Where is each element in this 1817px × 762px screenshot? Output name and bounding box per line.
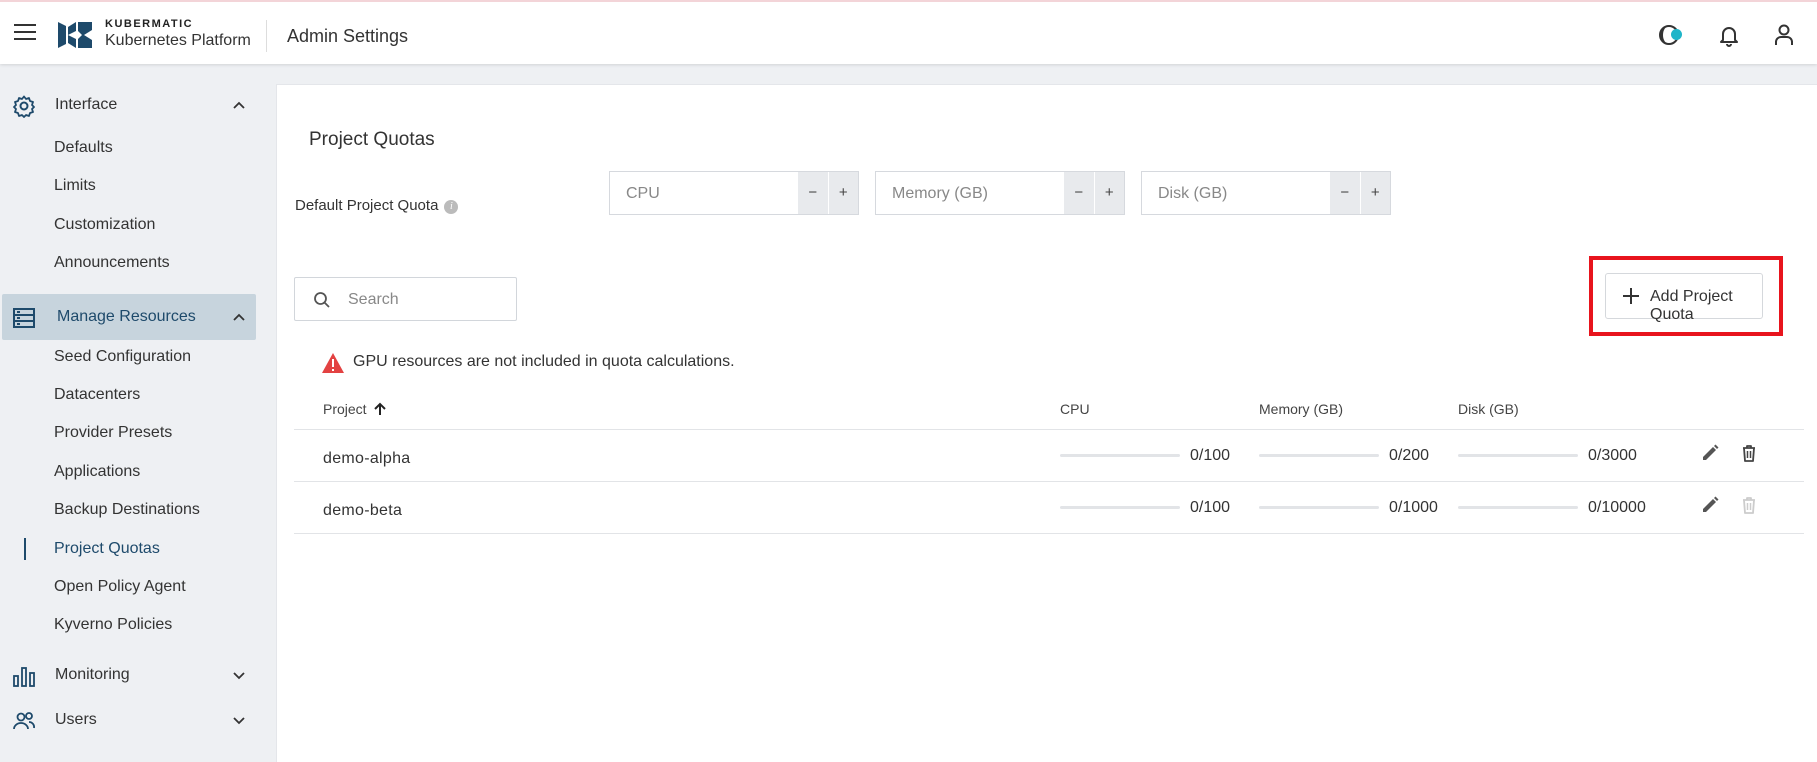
column-header-project[interactable]: Project: [323, 401, 387, 417]
bar-chart-icon: [13, 667, 35, 687]
column-header-memory[interactable]: Memory (GB): [1259, 401, 1343, 417]
top-bar: KUBERMATIC Kubernetes Platform Admin Set…: [0, 0, 1817, 64]
memory-usage-bar: [1259, 506, 1379, 509]
column-header-disk[interactable]: Disk (GB): [1458, 401, 1519, 417]
kubermatic-logo[interactable]: [56, 18, 94, 52]
page-title: Admin Settings: [287, 26, 409, 46]
sidebar-item-limits[interactable]: Limits: [54, 177, 96, 195]
card-title: Project Quotas: [309, 129, 435, 150]
disk-usage-bar: [1458, 506, 1578, 509]
disk-usage-value: 0/3000: [1588, 447, 1637, 464]
sidebar-section-label: Users: [55, 711, 97, 728]
column-header-cpu[interactable]: CPU: [1060, 401, 1090, 417]
project-quotas-card: Project Quotas Default Project Quota i CP…: [276, 84, 1817, 762]
disk-increment-button[interactable]: +: [1361, 172, 1391, 214]
header-divider-line: [294, 429, 1804, 430]
add-project-quota-button[interactable]: Add Project Quota: [1605, 273, 1763, 323]
cpu-quota-field[interactable]: CPU − +: [609, 171, 859, 215]
chevron-down-icon: [233, 672, 245, 680]
user-account-icon[interactable]: [1771, 22, 1797, 48]
chevron-up-icon: [233, 101, 245, 109]
disk-usage-bar: [1458, 454, 1578, 457]
sidebar-section-interface[interactable]: Interface: [0, 82, 256, 128]
cpu-placeholder: CPU: [626, 185, 660, 202]
sidebar-item-customization[interactable]: Customization: [54, 216, 155, 234]
sidebar-item-provider-presets[interactable]: Provider Presets: [54, 424, 172, 442]
sidebar-item-open-policy-agent[interactable]: Open Policy Agent: [54, 578, 186, 596]
sidebar-item-applications[interactable]: Applications: [54, 463, 140, 481]
theme-status-dot: [1671, 29, 1682, 40]
chevron-up-icon: [233, 313, 245, 321]
memory-usage-bar: [1259, 454, 1379, 457]
search-input[interactable]: Search: [294, 277, 517, 321]
sidebar-item-backup-destinations[interactable]: Backup Destinations: [54, 501, 200, 519]
brand-name: KUBERMATIC: [105, 18, 194, 30]
memory-quota-field[interactable]: Memory (GB) − +: [875, 171, 1125, 215]
sidebar-section-label: Manage Resources: [57, 308, 196, 325]
cpu-usage-bar: [1060, 454, 1180, 457]
edit-icon[interactable]: [1700, 495, 1720, 515]
sidebar: Interface Defaults Limits Customization …: [0, 64, 266, 762]
column-header-label: Project: [323, 401, 367, 417]
sort-ascending-icon: [374, 402, 387, 415]
cpu-usage-value: 0/100: [1190, 499, 1231, 516]
brand: KUBERMATIC Kubernetes Platform: [105, 18, 251, 50]
memory-usage-value: 0/1000: [1389, 499, 1438, 516]
gear-icon: [13, 95, 35, 118]
disk-placeholder: Disk (GB): [1158, 185, 1228, 202]
search-icon: [314, 292, 330, 308]
memory-decrement-button[interactable]: −: [1064, 172, 1095, 214]
users-icon: [13, 712, 35, 730]
edit-icon[interactable]: [1700, 443, 1720, 463]
sidebar-item-seed-configuration[interactable]: Seed Configuration: [54, 348, 191, 366]
row-divider: [294, 533, 1804, 534]
disk-stepper: − +: [1330, 172, 1390, 214]
disk-usage-value: 0/10000: [1588, 499, 1646, 516]
delete-icon: [1743, 497, 1755, 514]
cpu-usage-value: 0/100: [1190, 447, 1231, 464]
disk-quota-field[interactable]: Disk (GB) − +: [1141, 171, 1391, 215]
menu-icon[interactable]: [14, 24, 36, 42]
plus-icon: [1623, 288, 1639, 304]
cpu-usage-bar: [1060, 506, 1180, 509]
sidebar-section-label: Monitoring: [55, 666, 130, 683]
chevron-down-icon: [233, 717, 245, 725]
project-name: demo-beta: [323, 502, 403, 519]
memory-increment-button[interactable]: +: [1095, 172, 1125, 214]
sidebar-item-kyverno-policies[interactable]: Kyverno Policies: [54, 616, 172, 634]
disk-decrement-button[interactable]: −: [1330, 172, 1361, 214]
search-placeholder: Search: [348, 291, 399, 308]
sidebar-item-announcements[interactable]: Announcements: [54, 254, 170, 272]
gpu-warning: GPU resources are not included in quota …: [322, 353, 735, 373]
sidebar-item-project-quotas[interactable]: Project Quotas: [54, 540, 160, 558]
theme-toggle-icon[interactable]: [1657, 22, 1683, 48]
memory-usage-value: 0/200: [1389, 447, 1430, 464]
sidebar-section-monitoring[interactable]: Monitoring: [0, 652, 256, 698]
memory-stepper: − +: [1064, 172, 1124, 214]
sidebar-item-datacenters[interactable]: Datacenters: [54, 386, 140, 404]
add-project-quota-label: Add Project Quota: [1650, 288, 1733, 323]
cpu-decrement-button[interactable]: −: [798, 172, 829, 214]
active-indicator: [24, 538, 26, 560]
default-quota-label: Default Project Quota i: [295, 197, 459, 214]
sidebar-section-label: Interface: [55, 96, 118, 113]
header-divider: [266, 20, 267, 52]
warning-icon: [322, 353, 344, 373]
cpu-stepper: − +: [798, 172, 858, 214]
brand-subtitle: Kubernetes Platform: [105, 32, 251, 49]
gpu-warning-text: GPU resources are not included in quota …: [353, 353, 735, 370]
memory-placeholder: Memory (GB): [892, 185, 988, 202]
info-icon[interactable]: i: [444, 200, 459, 214]
sidebar-section-users[interactable]: Users: [0, 697, 256, 743]
project-name: demo-alpha: [323, 450, 411, 467]
delete-icon[interactable]: [1739, 443, 1759, 463]
default-quota-text: Default Project Quota: [295, 197, 439, 214]
row-divider: [294, 481, 1804, 482]
server-list-icon: [13, 308, 35, 328]
bell-icon[interactable]: [1716, 22, 1742, 48]
cpu-increment-button[interactable]: +: [829, 172, 859, 214]
sidebar-section-manage-resources[interactable]: Manage Resources: [2, 294, 256, 340]
sidebar-item-defaults[interactable]: Defaults: [54, 139, 113, 157]
